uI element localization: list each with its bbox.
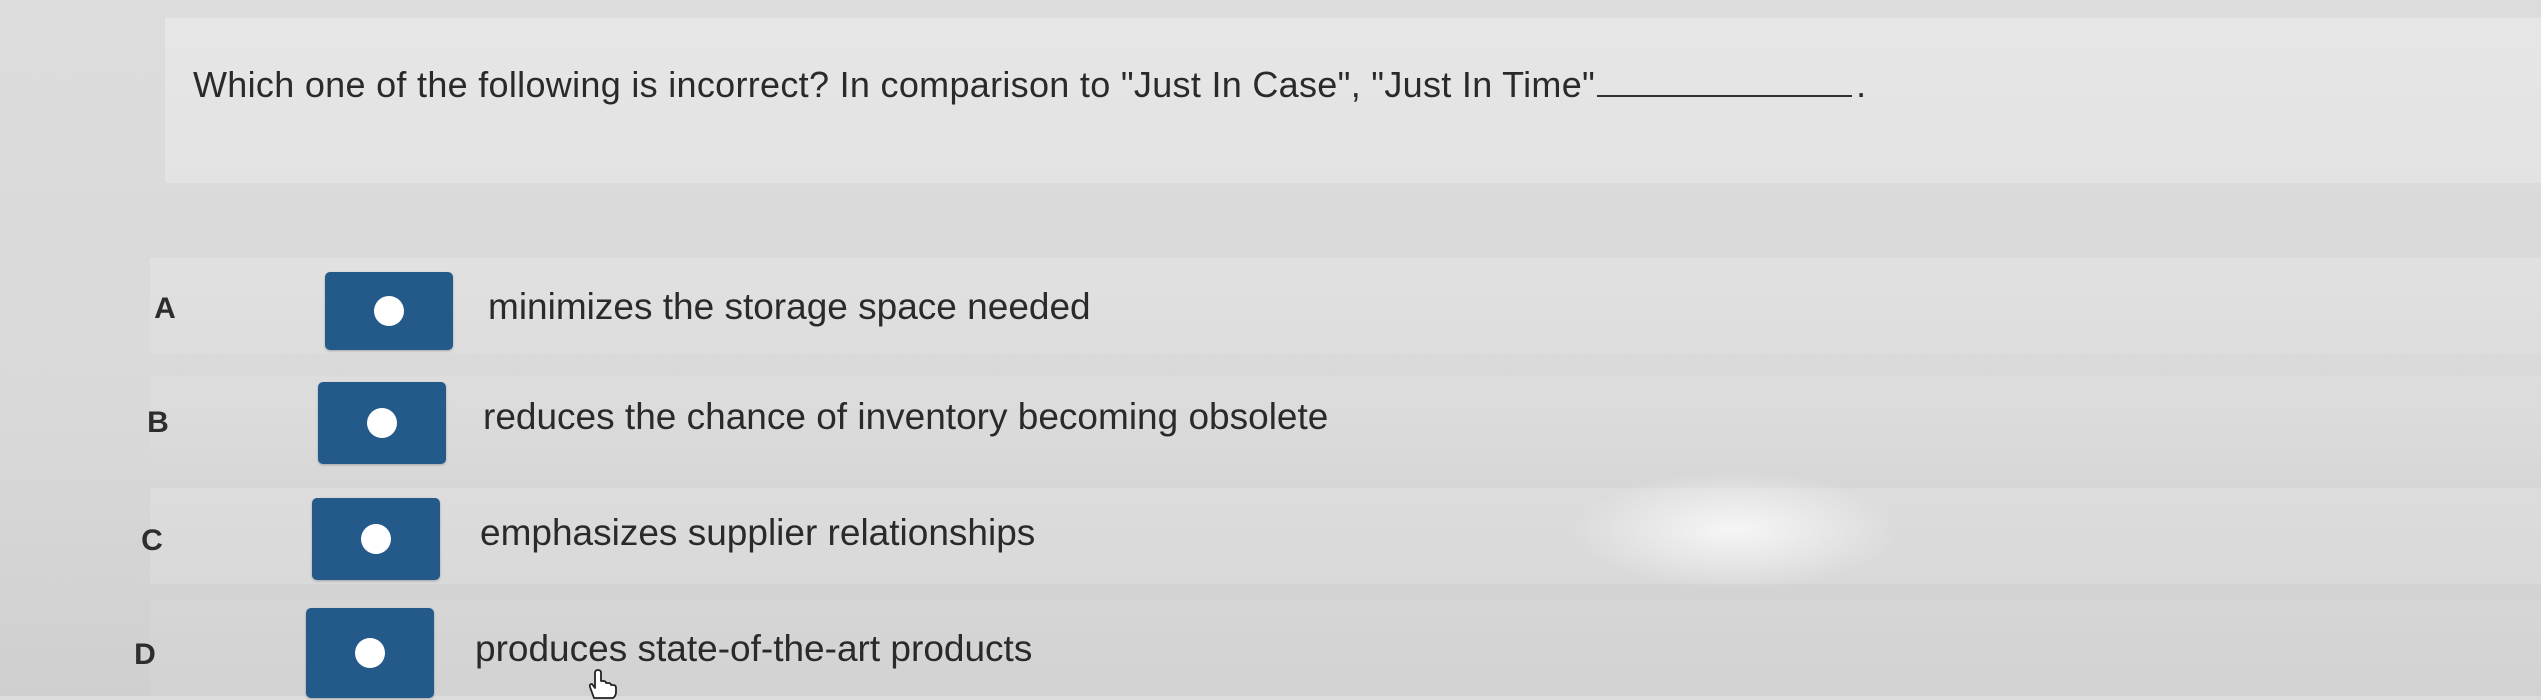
hand-pointer-icon: [588, 669, 617, 699]
radio-circle-icon: [355, 638, 385, 668]
choice-text: reduces the chance of inventory becoming…: [483, 396, 1329, 437]
answer-blank: [1597, 95, 1853, 97]
choice-row-d[interactable]: D produces state-of-the-art products: [134, 600, 2541, 698]
question-text: Which one of the following is incorrect?…: [193, 64, 1596, 105]
radio-circle-icon: [374, 296, 404, 326]
question-period: .: [1856, 64, 1867, 105]
choice-row-b[interactable]: B reduces the chance of inventory becomi…: [147, 376, 2541, 472]
radio-button-a[interactable]: [325, 272, 453, 350]
choice-letter: D: [134, 638, 156, 671]
radio-button-d[interactable]: [306, 608, 434, 698]
radio-button-b[interactable]: [318, 382, 446, 464]
choice-letter: C: [141, 524, 163, 557]
choice-text: emphasizes supplier relationships: [480, 512, 1036, 553]
choice-letter: B: [147, 406, 169, 439]
radio-button-c[interactable]: [312, 498, 440, 580]
choice-row-c[interactable]: C emphasizes supplier relationships: [141, 488, 2541, 584]
question-prompt: Which one of the following is incorrect?…: [193, 64, 1866, 106]
choice-row-a[interactable]: A minimizes the storage space needed: [150, 258, 2541, 354]
choice-text: minimizes the storage space needed: [488, 286, 1091, 327]
radio-circle-icon: [367, 408, 397, 438]
choice-text: produces state-of-the-art products: [475, 628, 1033, 669]
choice-letter: A: [154, 292, 176, 325]
radio-circle-icon: [361, 524, 391, 554]
